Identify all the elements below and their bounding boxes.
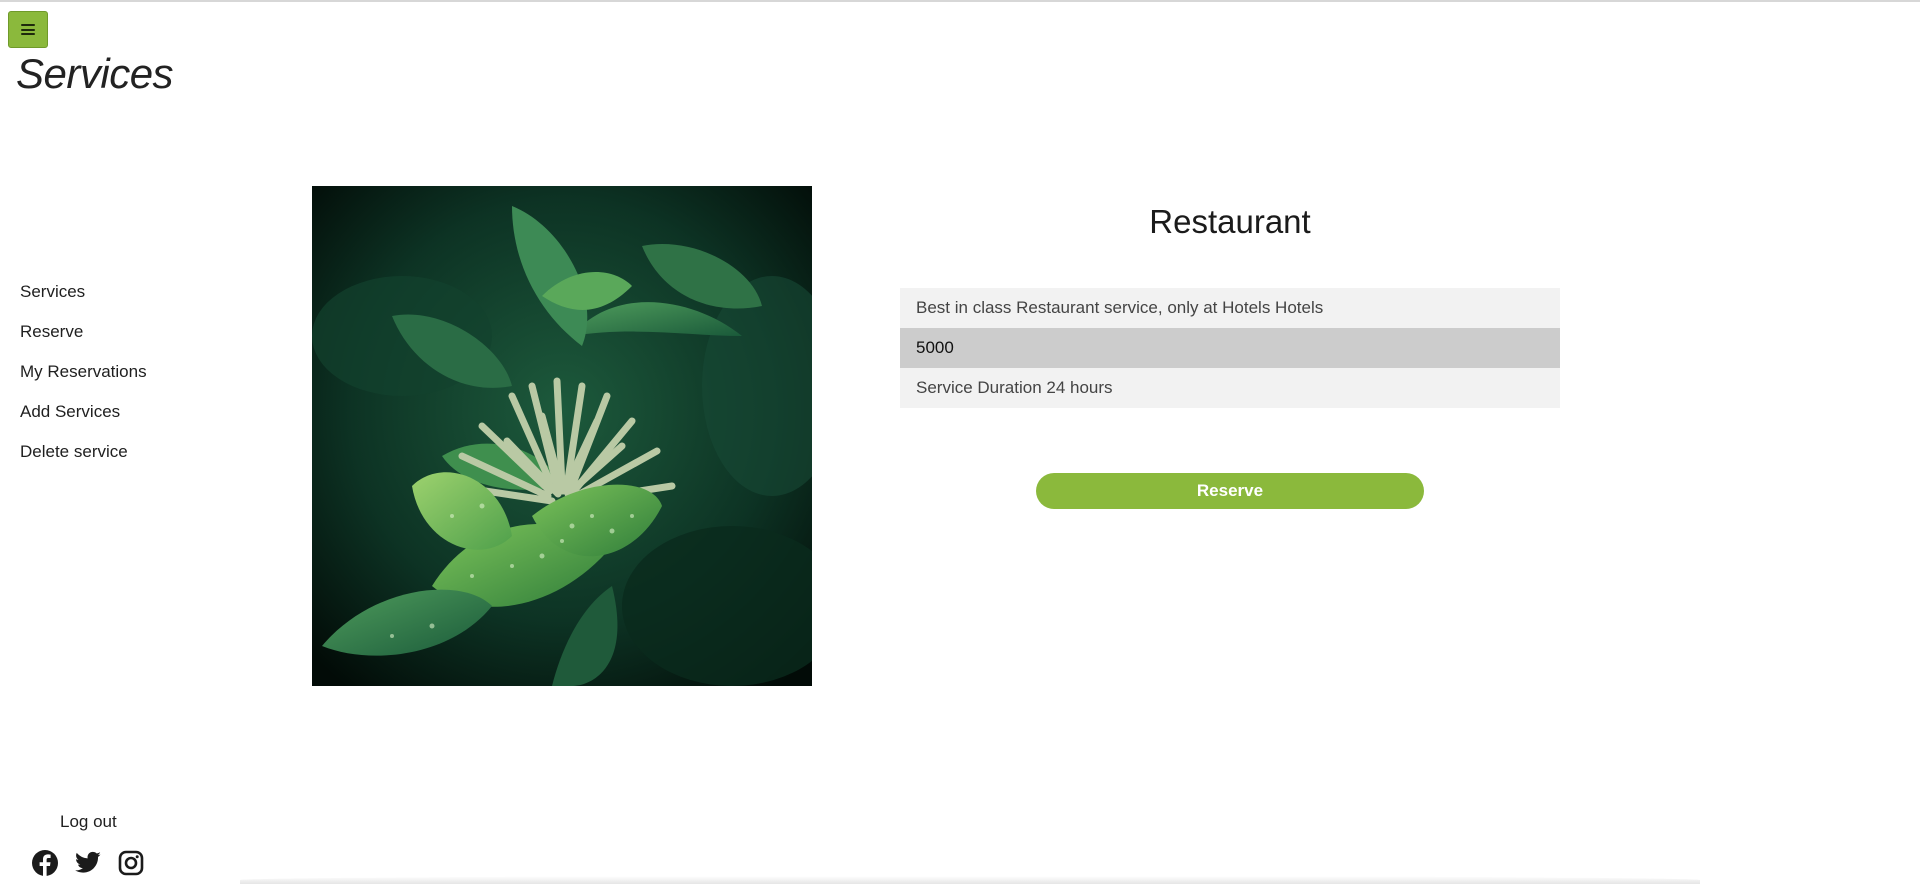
sidebar-item-reserve[interactable]: Reserve <box>20 320 147 360</box>
footer-shadow <box>240 876 1700 884</box>
page-title: Services <box>16 50 174 97</box>
service-image <box>312 186 812 686</box>
reserve-button[interactable]: Reserve <box>1036 473 1424 509</box>
twitter-icon[interactable] <box>74 849 102 877</box>
service-description: Best in class Restaurant service, only a… <box>900 288 1560 328</box>
hamburger-icon <box>21 24 35 35</box>
service-price: 5000 <box>900 328 1560 368</box>
logout-link[interactable]: Log out <box>60 812 117 832</box>
menu-toggle-button[interactable] <box>8 11 48 48</box>
instagram-icon[interactable] <box>117 849 145 877</box>
sidebar-item-services[interactable]: Services <box>20 280 147 320</box>
facebook-icon[interactable] <box>31 849 59 877</box>
service-details-list: Best in class Restaurant service, only a… <box>900 288 1560 408</box>
service-detail-panel: Restaurant Best in class Restaurant serv… <box>900 200 1560 509</box>
social-links <box>31 849 145 877</box>
sidebar-item-delete-service[interactable]: Delete service <box>20 440 147 480</box>
sidebar-item-my-reservations[interactable]: My Reservations <box>20 360 147 400</box>
service-duration: Service Duration 24 hours <box>900 368 1560 408</box>
service-name: Restaurant <box>1149 203 1311 240</box>
sidebar-nav: Services Reserve My Reservations Add Ser… <box>20 280 147 480</box>
sidebar-item-add-services[interactable]: Add Services <box>20 400 147 440</box>
top-divider <box>0 0 1920 2</box>
